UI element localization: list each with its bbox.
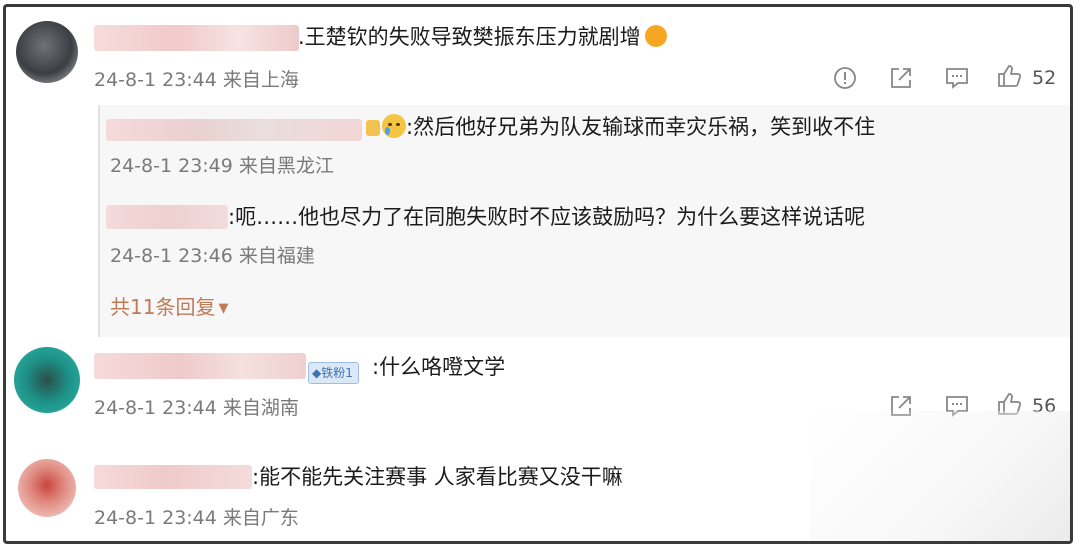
comment-icon[interactable] xyxy=(944,65,970,91)
share-icon[interactable] xyxy=(888,65,914,91)
more-replies-label: 共11条回复 xyxy=(110,295,216,319)
comment-text: :能不能先关注赛事 人家看比赛又没干嘛 xyxy=(252,465,623,489)
more-replies-link[interactable]: 共11条回复 ▼ xyxy=(110,293,228,323)
comment-meta: 24-8-1 23:44 来自上海 xyxy=(94,69,299,91)
reply-username-blurred[interactable] xyxy=(106,205,228,229)
reply-username-blurred[interactable] xyxy=(106,119,362,141)
reply-text-content: :然后他好兄弟为队友输球而幸灾乐祸，笑到收不住 xyxy=(406,115,876,139)
username-blurred[interactable] xyxy=(94,465,252,489)
avatar[interactable] xyxy=(18,459,76,517)
crying-emoji-icon xyxy=(644,25,667,47)
chevron-down-icon: ▼ xyxy=(218,301,229,316)
like-count: 52 xyxy=(1032,67,1057,89)
fan-badge-label: 铁粉1 xyxy=(321,366,353,380)
comment-text: :什么咯噔文学 xyxy=(372,355,506,379)
reply-text: :然后他好兄弟为队友输球而幸灾乐祸，笑到收不住 xyxy=(362,113,875,141)
comment-text-content: .王楚钦的失败导致樊振东压力就剧增 xyxy=(298,25,641,49)
username-blurred[interactable] xyxy=(94,353,306,379)
diamond-icon: ◆ xyxy=(312,366,322,380)
reply-meta: 24-8-1 23:49 来自黑龙江 xyxy=(110,155,334,177)
level-badge-icon xyxy=(366,120,380,136)
avatar[interactable] xyxy=(14,347,80,413)
like-icon[interactable] xyxy=(996,63,1022,89)
username-blurred[interactable] xyxy=(94,25,299,51)
image-edge-shading xyxy=(810,411,1070,541)
avatar[interactable] xyxy=(16,21,78,83)
report-icon[interactable] xyxy=(832,65,858,91)
comment-meta: 24-8-1 23:44 来自湖南 xyxy=(94,397,299,419)
reply-text: :呃……他也尽力了在同胞失败时不应该鼓励吗？为什么要这样说话呢 xyxy=(228,205,866,229)
comment-panel: .王楚钦的失败导致樊振东压力就剧增 24-8-1 23:44 来自上海 52 :… xyxy=(3,4,1073,544)
laughing-emoji-icon xyxy=(382,114,406,138)
reply-meta: 24-8-1 23:46 来自福建 xyxy=(110,245,315,267)
comment-meta: 24-8-1 23:44 来自广东 xyxy=(94,507,299,529)
comment-text: .王楚钦的失败导致樊振东压力就剧增 xyxy=(298,23,667,51)
fan-badge[interactable]: ◆铁粉1 xyxy=(308,362,359,384)
